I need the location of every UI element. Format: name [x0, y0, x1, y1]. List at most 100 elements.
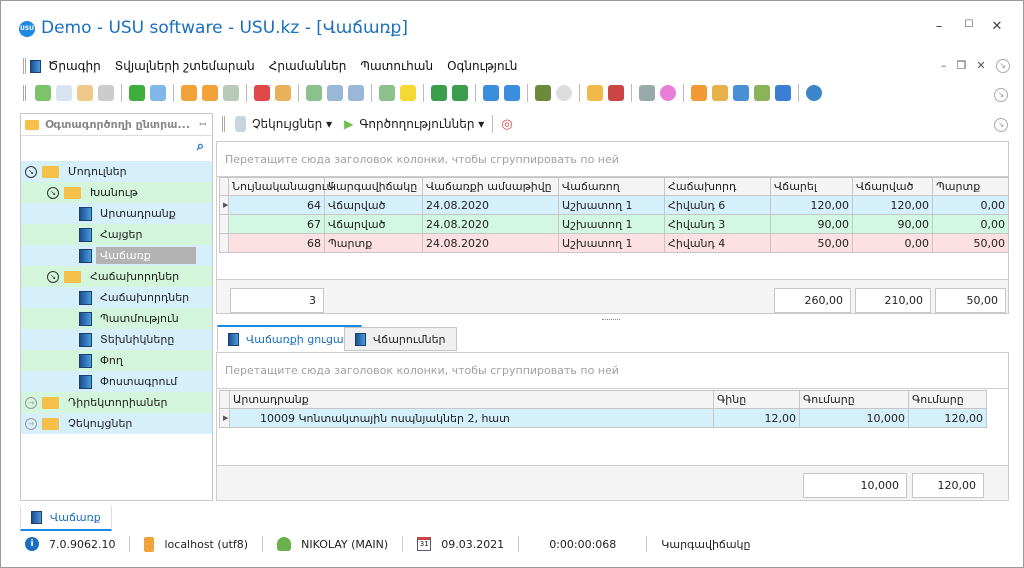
group-by-panel-items[interactable]: Перетащите сюда заголовок колонки, чтобы… [216, 352, 1009, 389]
excel-import-icon[interactable] [452, 85, 468, 101]
arrow-circle-icon[interactable]: ↘ [995, 59, 1010, 73]
minimize-button[interactable]: – [929, 19, 949, 39]
excel-export-icon[interactable] [431, 85, 447, 101]
menu-window[interactable]: Պատուհան [353, 59, 440, 73]
columns-icon[interactable] [306, 85, 322, 101]
tree-node[interactable]: Պատմություն [21, 308, 212, 329]
grip[interactable] [222, 116, 225, 132]
column-header[interactable]: Գումարը [799, 390, 909, 409]
row-indicator [219, 214, 229, 234]
column-header[interactable]: Վճարված [852, 177, 933, 196]
arrow-circle-icon[interactable] [556, 85, 572, 101]
menu-commands[interactable]: Հրամաններ [262, 59, 354, 73]
column-header[interactable]: Կարգավիճակը [324, 177, 423, 196]
table-row[interactable]: 68 Պարտք 24.08.2020 Աշխատող 1 Հիվանդ 4 50,00 0… [219, 233, 1009, 253]
grip[interactable] [23, 58, 26, 74]
collapse-icon[interactable]: ↘ [25, 165, 37, 178]
add-column-icon[interactable] [379, 85, 395, 101]
mdi-restore-icon[interactable]: ❐ [957, 59, 967, 73]
tree-node[interactable]: ↘ Հաճախորդներ [21, 266, 212, 287]
copy-icon[interactable] [56, 85, 72, 101]
column-header[interactable]: Հաճախորդ [664, 177, 771, 196]
filter-check-icon[interactable] [223, 85, 239, 101]
filter-icon[interactable] [181, 85, 197, 101]
search-icon[interactable]: ⌕ [197, 139, 204, 154]
window-tab-sales[interactable]: Վաճառք [20, 506, 112, 531]
table-row[interactable]: ▶ 10009 Կոնտակտային ոսպնյակներ 2, հատ 12,0… [219, 408, 987, 428]
tree-node[interactable]: ↘ Խանութ [21, 182, 212, 203]
tree-node[interactable]: → Դիրեկտորիաներ [21, 392, 212, 413]
column-header[interactable]: Վաճառող [558, 177, 665, 196]
exit-icon[interactable] [535, 85, 551, 101]
table-cell: 0,00 [932, 195, 1009, 215]
tab-sales-list[interactable]: Վաճառքի ցուցակ [217, 325, 362, 351]
tree-node[interactable]: Փոստագրում [21, 371, 212, 392]
panel-overflow-icon[interactable]: ↘ [994, 118, 1008, 132]
edit-icon[interactable] [77, 85, 93, 101]
column-header[interactable]: Պարտք [932, 177, 1009, 196]
image-icon[interactable] [275, 85, 291, 101]
search-icon[interactable] [150, 85, 166, 101]
collapse-icon[interactable]: ↘ [47, 270, 59, 283]
close-window-icon[interactable] [483, 85, 499, 101]
plugin-icon[interactable] [775, 85, 791, 101]
expand-icon[interactable]: → [25, 417, 37, 430]
column-header[interactable]: Նույնականացում [228, 177, 334, 196]
reports-dropdown[interactable]: Չեկույցներ ▾ [252, 117, 332, 131]
tree-node[interactable]: Փող [21, 350, 212, 371]
rss-icon[interactable] [691, 85, 707, 101]
users-icon[interactable] [754, 85, 770, 101]
tree-node[interactable]: ↘ Մոդուլներ [21, 161, 212, 182]
user-key-icon[interactable] [733, 85, 749, 101]
tree-node[interactable]: Հաճախորդներ [21, 287, 212, 308]
tree-node[interactable]: Վաճառք [21, 245, 212, 266]
add-icon[interactable] [35, 85, 51, 101]
table-row[interactable]: 67 Վճարված 24.08.2020 Աշխատող 1 Հիվանդ 3 90,0… [219, 214, 1009, 234]
mdi-close-icon[interactable]: ✕ [976, 59, 985, 73]
toolbar-overflow-icon[interactable]: ↘ [994, 88, 1008, 102]
note-icon[interactable] [400, 85, 416, 101]
tree-node[interactable]: Արտադրանք [21, 203, 212, 224]
column-header[interactable]: Վաճառքի ամսաթիվը [422, 177, 559, 196]
column-header[interactable]: Գինը [713, 390, 800, 409]
flag-icon[interactable] [254, 85, 270, 101]
splitter[interactable] [602, 319, 620, 320]
table-row[interactable]: ▶ 64 Վճարված 24.08.2020 Աշխատող 1 Հիվանդ 6 120… [219, 195, 1009, 215]
menu-program[interactable]: Ծրագիր [41, 59, 108, 73]
collapse-icon[interactable] [348, 85, 364, 101]
close-button[interactable]: ✕ [987, 19, 1007, 39]
column-header[interactable]: Արտադրանք [229, 390, 714, 409]
separator [173, 84, 174, 102]
gear-icon[interactable] [639, 85, 655, 101]
column-header[interactable]: Վճարել [770, 177, 853, 196]
tree-node[interactable]: Տեխնիկները [21, 329, 212, 350]
column-header[interactable]: Գումարը [908, 390, 987, 409]
mdi-minimize-icon[interactable]: – [941, 59, 947, 73]
module-tree: ↘ Մոդուլներ ↘ Խանութ Արտադրանք Հայցեր Վաճառք ↘ Հ… [21, 161, 212, 434]
collapse-icon[interactable]: ↘ [47, 186, 59, 199]
location-pin-icon[interactable] [587, 85, 603, 101]
lock-icon[interactable] [712, 85, 728, 101]
calendar-icon[interactable] [608, 85, 624, 101]
filter-clear-icon[interactable] [202, 85, 218, 101]
menu-database[interactable]: Տվյալների շտեմարան [108, 59, 262, 73]
status-text: Կարգավիճակը [661, 537, 751, 551]
color-wheel-icon[interactable] [660, 85, 676, 101]
pin-icon[interactable]: ꟷ [199, 119, 206, 130]
expand-icon[interactable]: → [25, 396, 37, 409]
refresh-icon[interactable] [129, 85, 145, 101]
stop-icon[interactable]: ◎ [501, 117, 512, 132]
tab-payments[interactable]: Վճարումներ [344, 327, 457, 351]
tree-node[interactable]: Հայցեր [21, 224, 212, 245]
close-all-windows-icon[interactable] [504, 85, 520, 101]
actions-dropdown[interactable]: Գործողություններ ▾ [359, 117, 484, 131]
status-bar: i 7.0.9062.10 localhost (utf8) NIKOLAY (M… [1, 531, 1024, 557]
info-icon[interactable] [806, 85, 822, 101]
menu-help[interactable]: Օգնություն [440, 59, 524, 73]
group-by-panel[interactable]: Перетащите сюда заголовок колонки, чтобы… [216, 141, 1009, 177]
expand-icon[interactable] [327, 85, 343, 101]
delete-icon[interactable] [98, 85, 114, 101]
grip[interactable] [23, 85, 26, 101]
tree-node[interactable]: → Չեկույցներ [21, 413, 212, 434]
maximize-button[interactable]: ☐ [959, 19, 979, 39]
